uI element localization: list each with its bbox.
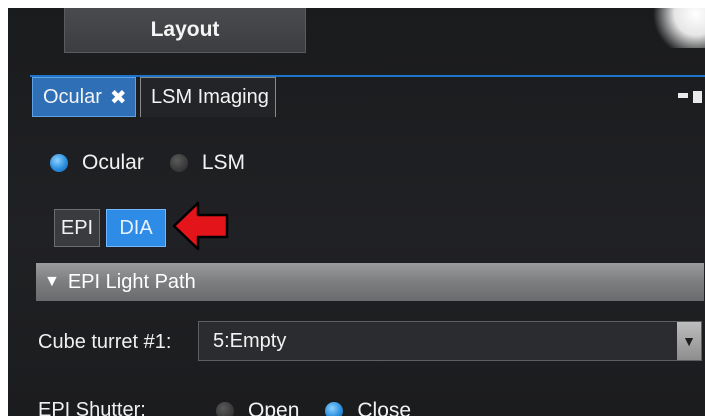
radio-ocular-label: Ocular — [82, 151, 144, 174]
tab-ocular-label: Ocular — [43, 85, 102, 108]
tab-bar: Ocular ✖ LSM Imaging — [30, 77, 705, 121]
radio-shutter-open[interactable] — [216, 402, 234, 416]
maximize-icon[interactable] — [693, 91, 702, 103]
epi-toggle-label: EPI — [60, 216, 94, 239]
annotation-arrow-icon — [172, 201, 229, 251]
section-title: EPI Light Path — [67, 270, 196, 293]
epi-shutter-radio-group: Open Close — [216, 399, 411, 416]
layout-button[interactable]: Layout — [64, 8, 306, 53]
collapse-triangle-icon: ▼ — [44, 273, 60, 290]
dia-toggle-button[interactable]: DIA — [106, 209, 166, 247]
cube-turret-value: 5:Empty — [213, 329, 287, 352]
epi-shutter-label: EPI Shutter: — [38, 399, 146, 416]
layout-button-label: Layout — [150, 18, 220, 41]
radio-shutter-close[interactable] — [325, 402, 344, 416]
tab-ocular[interactable]: Ocular ✖ — [32, 77, 136, 117]
minimize-icon[interactable] — [678, 93, 688, 98]
tab-lsm-imaging[interactable]: LSM Imaging — [140, 77, 276, 117]
mode-radio-group: Ocular LSM — [50, 151, 245, 175]
application-screen: Layout Ocular ✖ LSM Imaging Ocular LSM E… — [8, 8, 705, 416]
epi-light-path-header[interactable]: ▼ EPI Light Path — [36, 263, 704, 301]
radio-shutter-close-label: Close — [357, 399, 412, 416]
chevron-down-icon[interactable]: ▼ — [677, 322, 701, 360]
radio-shutter-open-label: Open — [248, 399, 300, 416]
cube-turret-select[interactable]: 5:Empty ▼ — [198, 321, 702, 361]
close-icon[interactable]: ✖ — [110, 85, 127, 110]
radio-ocular[interactable] — [50, 154, 68, 172]
screen-glare — [645, 8, 705, 48]
epi-toggle-button[interactable]: EPI — [54, 209, 100, 247]
radio-lsm-label: LSM — [201, 151, 246, 174]
radio-lsm[interactable] — [169, 154, 188, 172]
ocular-panel: Ocular ✖ LSM Imaging Ocular LSM EPI DIA … — [30, 75, 705, 416]
tab-lsm-imaging-label: LSM Imaging — [151, 86, 269, 108]
cube-turret-label: Cube turret #1: — [38, 331, 172, 353]
dia-toggle-label: DIA — [119, 216, 153, 239]
